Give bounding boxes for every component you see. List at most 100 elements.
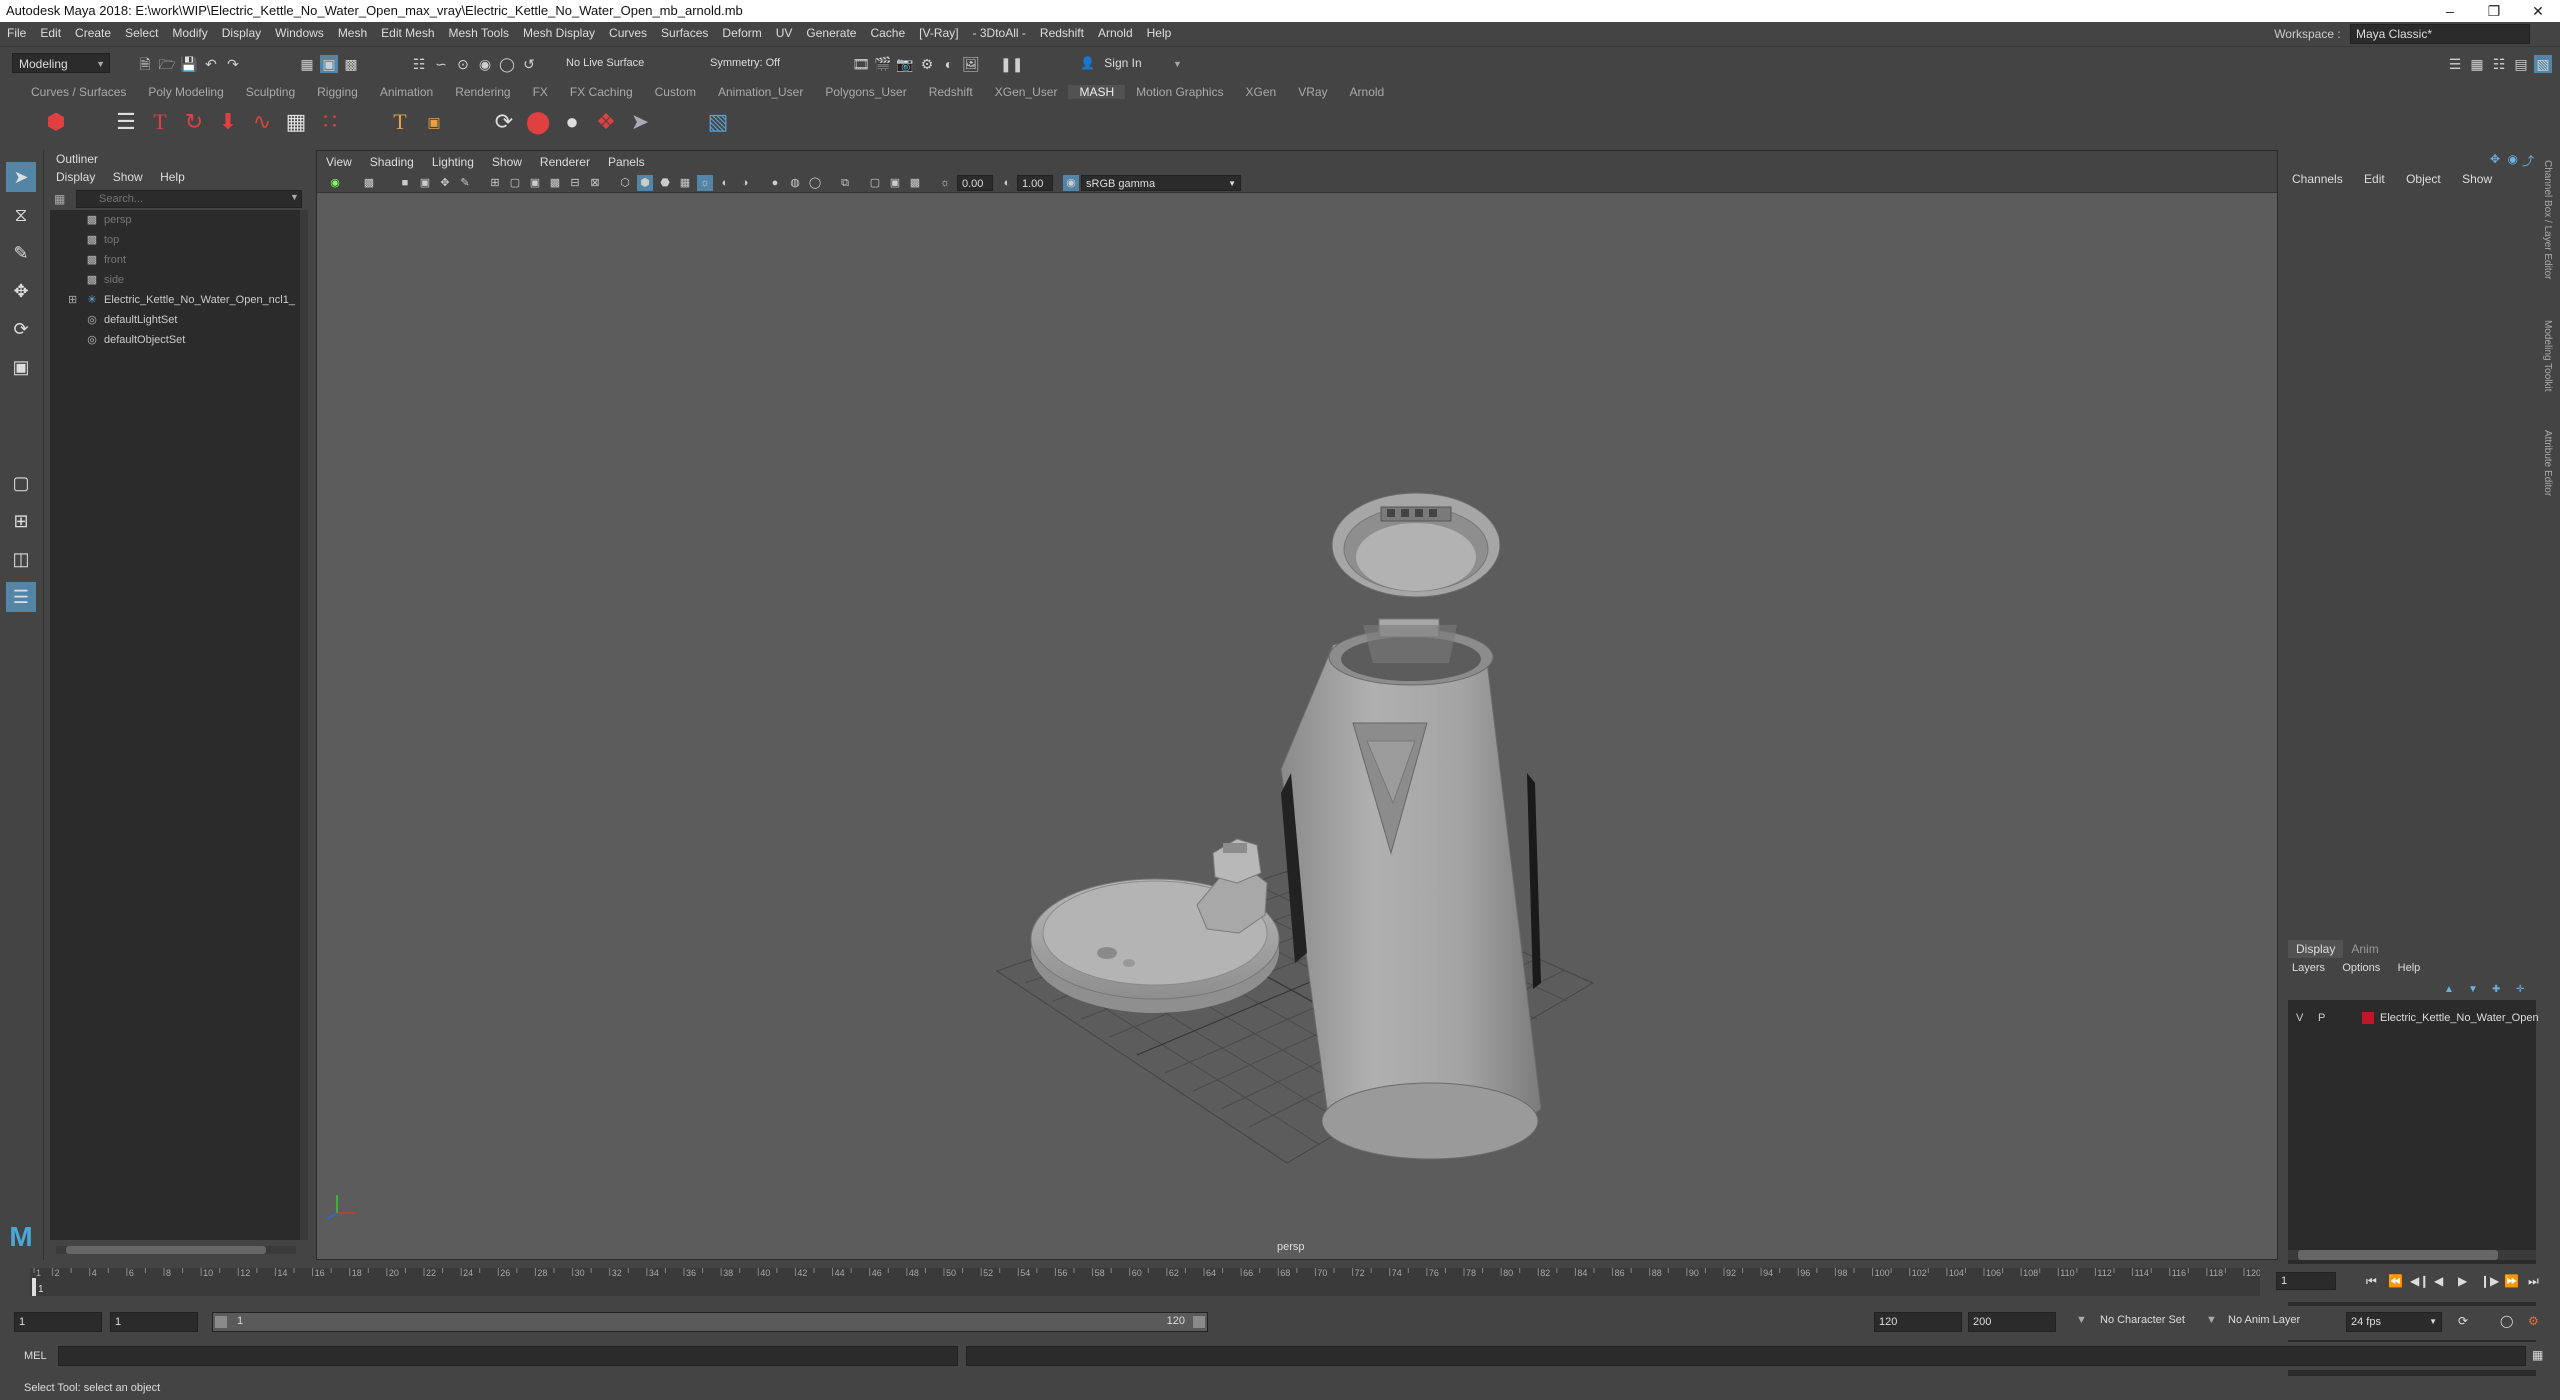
shelf-tab-xgen-user[interactable]: XGen_User <box>984 85 1069 99</box>
tool-settings-icon[interactable]: ☷ <box>2490 55 2508 73</box>
close-icon[interactable]: ✕ <box>2516 0 2560 22</box>
multisample-icon[interactable]: ▣ <box>887 175 903 191</box>
viewport-menu-show[interactable]: Show <box>483 155 531 169</box>
current-frame-input[interactable] <box>2276 1272 2336 1290</box>
shelf-tab-fx-caching[interactable]: FX Caching <box>559 85 644 99</box>
snap-grid-icon[interactable]: ☷ <box>410 55 428 73</box>
menu-file[interactable]: File <box>0 26 33 40</box>
expand-icon[interactable]: ⊞ <box>68 290 77 310</box>
exposure-input[interactable]: 0.00 <box>957 175 993 191</box>
color-management-icon[interactable]: ◉ <box>1063 175 1079 191</box>
anim-layer-dropdown[interactable]: No Anim Layer <box>2228 1314 2300 1326</box>
chevron-down-icon[interactable]: ▼ <box>290 192 299 202</box>
isolate-select-icon[interactable]: ⧉ <box>837 175 853 191</box>
channel-box-icon[interactable]: ▧ <box>2534 55 2552 73</box>
snap-view-icon[interactable]: ◉ <box>476 55 494 73</box>
select-hierarchy-icon[interactable]: ▦ <box>298 55 316 73</box>
scrollbar-thumb[interactable] <box>2298 1250 2498 1260</box>
live-surface-label[interactable]: No Live Surface <box>566 57 644 69</box>
render-sequence-icon[interactable]: 🎬 <box>874 55 892 73</box>
menu-display[interactable]: Display <box>215 26 268 40</box>
exposure-icon[interactable]: ☼ <box>937 175 953 191</box>
snap-rotate-icon[interactable]: ↺ <box>520 55 538 73</box>
mash-editor-icon[interactable]: ☰ <box>112 108 140 136</box>
current-time-marker[interactable] <box>32 1278 36 1296</box>
layer-visibility-toggle[interactable]: V <box>2296 1008 2303 1028</box>
menu-generate[interactable]: Generate <box>799 26 863 40</box>
scatter-points-icon[interactable]: ∷ <box>316 108 344 136</box>
shelf-tab-redshift[interactable]: Redshift <box>918 85 984 99</box>
outliner-node-default-light-set[interactable]: ◎ defaultLightSet <box>50 310 298 330</box>
single-pane-layout-icon[interactable]: ▢ <box>6 468 36 498</box>
layer-menu-help[interactable]: Help <box>2398 962 2421 974</box>
side-tab-channel-box[interactable]: Channel Box / Layer Editor <box>2542 160 2553 280</box>
menu-deform[interactable]: Deform <box>715 26 768 40</box>
select-component-icon[interactable]: ▩ <box>342 55 360 73</box>
auto-key-icon[interactable]: ◯ <box>2500 1314 2513 1328</box>
outliner-node-default-object-set[interactable]: ◎ defaultObjectSet <box>50 330 298 350</box>
move-tool-icon[interactable]: ✥ <box>6 276 36 306</box>
outliner-menu-help[interactable]: Help <box>160 170 185 184</box>
wave-icon[interactable]: ∿ <box>248 108 276 136</box>
camera-attributes-icon[interactable]: ▩ <box>361 175 377 191</box>
mode-dropdown[interactable]: Modeling ▼ <box>12 53 110 73</box>
character-set-icon[interactable]: ▼ <box>2076 1314 2087 1326</box>
outliner-node-top[interactable]: ▩ top <box>50 230 298 250</box>
snap-curve-icon[interactable]: ∽ <box>432 55 450 73</box>
shelf-tab-animation-user[interactable]: Animation_User <box>707 85 814 99</box>
menu-cache[interactable]: Cache <box>863 26 912 40</box>
layer-name[interactable]: Electric_Kettle_No_Water_Open <box>2380 1008 2539 1028</box>
menu-mesh[interactable]: Mesh <box>331 26 374 40</box>
loop-playback-icon[interactable]: ⟳ <box>2458 1314 2468 1328</box>
channel-box-menu-channels[interactable]: Channels <box>2292 172 2343 186</box>
ambient-occlusion-icon[interactable]: ◑ <box>737 175 753 191</box>
xray-joints-icon[interactable]: ◍ <box>787 175 803 191</box>
viewport-menu-shading[interactable]: Shading <box>361 155 423 169</box>
shelf-tab-rendering[interactable]: Rendering <box>444 85 521 99</box>
outliner-horizontal-scrollbar[interactable] <box>56 1246 296 1254</box>
menu-curves[interactable]: Curves <box>602 26 654 40</box>
two-d-pan-zoom-icon[interactable]: ▢ <box>867 175 883 191</box>
menu-uv[interactable]: UV <box>769 26 800 40</box>
new-scene-icon[interactable]: 🗎 <box>136 55 154 73</box>
outliner-node-kettle-group[interactable]: ⊞ ✳ Electric_Kettle_No_Water_Open_ncl1_ <box>50 290 298 310</box>
gate-mask-icon[interactable]: ▩ <box>547 175 563 191</box>
menu-windows[interactable]: Windows <box>268 26 331 40</box>
shadows-icon[interactable]: ◐ <box>717 175 733 191</box>
side-tab-attribute-editor[interactable]: Attribute Editor <box>2542 430 2553 496</box>
command-input[interactable] <box>58 1346 958 1366</box>
loop-icon[interactable]: ⟳ <box>490 108 518 136</box>
outliner-node-persp[interactable]: ▩ persp <box>50 210 298 230</box>
dynamics-icon[interactable]: ❖ <box>592 108 620 136</box>
grease-pencil-icon[interactable]: ✎ <box>457 175 473 191</box>
range-start-handle[interactable] <box>215 1316 227 1328</box>
sign-in-button[interactable]: 👤 Sign In ▼ <box>1080 53 1200 73</box>
menu-vray[interactable]: [V-Ray] <box>912 26 965 40</box>
paint-select-icon[interactable]: ✎ <box>6 238 36 268</box>
rotate-tool-icon[interactable]: ⟳ <box>6 314 36 344</box>
checker-icon[interactable]: ▦ <box>282 108 310 136</box>
outliner-persp-layout-icon[interactable]: ☰ <box>6 582 36 612</box>
viewport-menu-panels[interactable]: Panels <box>599 155 654 169</box>
layer-menu-options[interactable]: Options <box>2342 962 2380 974</box>
character-set-dropdown[interactable]: No Character Set <box>2100 1314 2185 1326</box>
lasso-tool-icon[interactable]: ⧖ <box>6 200 36 230</box>
bookmark-icon[interactable]: ■ <box>397 175 413 191</box>
channel-box-menu-show[interactable]: Show <box>2462 172 2492 186</box>
step-back-key-icon[interactable]: ⏪ <box>2388 1274 2403 1288</box>
save-scene-icon[interactable]: 💾 <box>180 55 198 73</box>
shelf-tab-xgen[interactable]: XGen <box>1235 85 1288 99</box>
layer-tab-anim[interactable]: Anim <box>2343 940 2386 958</box>
color-space-dropdown[interactable]: sRGB gamma ▼ <box>1081 175 1241 191</box>
workspace-dropdown[interactable]: Maya Classic* <box>2350 24 2530 44</box>
four-pane-layout-icon[interactable]: ⊞ <box>6 506 36 536</box>
pause-icon[interactable]: ❚❚ <box>1000 55 1023 73</box>
outliner-node-front[interactable]: ▩ front <box>50 250 298 270</box>
filter-icon[interactable]: ▦ <box>54 192 65 206</box>
lights-icon[interactable]: ☼ <box>697 175 713 191</box>
menu-mesh-display[interactable]: Mesh Display <box>516 26 602 40</box>
step-forward-frame-icon[interactable]: ❙▶ <box>2480 1274 2499 1288</box>
field-chart-icon[interactable]: ⊟ <box>567 175 583 191</box>
layer-editor-icon[interactable]: ▤ <box>2512 55 2530 73</box>
shelf-tab-fx[interactable]: FX <box>522 85 559 99</box>
